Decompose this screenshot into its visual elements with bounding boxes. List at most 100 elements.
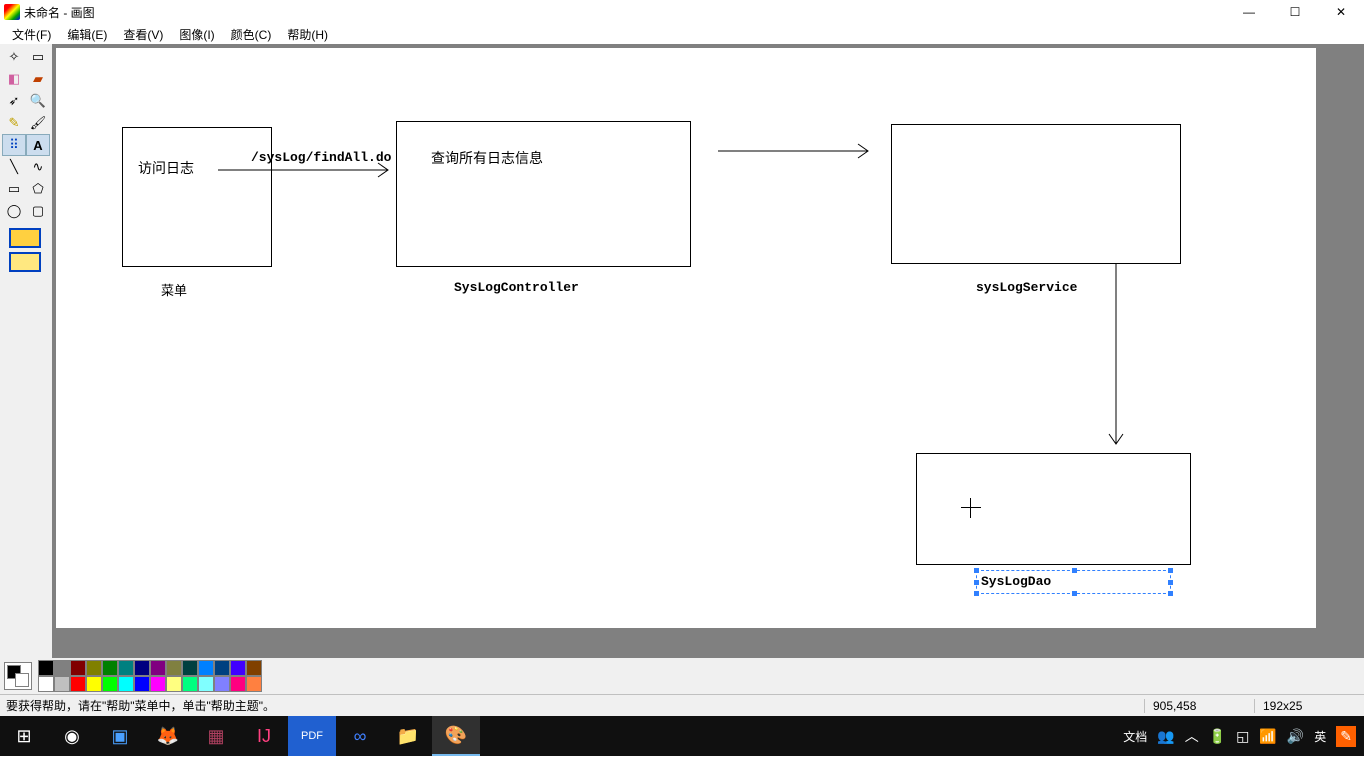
color-swatch[interactable] <box>214 660 230 676</box>
color-swatch[interactable] <box>134 660 150 676</box>
taskbar-app-2[interactable]: ▣ <box>96 716 144 756</box>
diagram-box-controller <box>396 121 691 267</box>
color-swatch[interactable] <box>150 676 166 692</box>
tool-options <box>2 228 48 272</box>
taskbar-firefox[interactable]: 🦊 <box>144 716 192 756</box>
system-tray: 文档 👥 ︿ 🔋 ◱ 📶 🔊 英 ✎ <box>1123 726 1364 747</box>
text-opaque-option[interactable] <box>9 228 41 248</box>
status-bar: 要获得帮助，请在"帮助"菜单中，单击"帮助主题"。 905,458 192x25 <box>0 694 1364 716</box>
color-swatch[interactable] <box>102 660 118 676</box>
tray-doc-label[interactable]: 文档 <box>1123 728 1147 745</box>
menu-image[interactable]: 图像(I) <box>171 24 222 45</box>
color-swatch[interactable] <box>230 676 246 692</box>
taskbar-app-1[interactable]: ◉ <box>48 716 96 756</box>
status-help-text: 要获得帮助，请在"帮助"菜单中，单击"帮助主题"。 <box>0 697 1144 714</box>
color-swatch[interactable] <box>86 676 102 692</box>
status-coordinates: 905,458 <box>1144 699 1254 713</box>
menu-edit[interactable]: 编辑(E) <box>59 24 115 45</box>
menu-help[interactable]: 帮助(H) <box>279 24 336 45</box>
color-swatch[interactable] <box>198 676 214 692</box>
color-swatch[interactable] <box>38 660 54 676</box>
start-button[interactable]: ⊞ <box>0 716 48 756</box>
menu-color[interactable]: 颜色(C) <box>223 24 280 45</box>
tool-eraser[interactable]: ◧ <box>2 68 26 90</box>
color-swatch[interactable] <box>54 676 70 692</box>
color-swatch[interactable] <box>214 676 230 692</box>
wifi-icon[interactable]: ◱ <box>1236 728 1249 745</box>
title-bar: 未命名 - 画图 — ☐ ✕ <box>0 0 1364 24</box>
tool-curve[interactable]: ∿ <box>26 156 50 178</box>
notification-icon[interactable]: ✎ <box>1336 726 1356 747</box>
windows-taskbar: ⊞ ◉ ▣ 🦊 ▦ IJ PDF ∞ 📁 🎨 文档 👥 ︿ 🔋 ◱ 📶 🔊 英 … <box>0 716 1364 756</box>
tool-line[interactable]: ╲ <box>2 156 26 178</box>
color-swatch[interactable] <box>118 660 134 676</box>
tool-roundrect[interactable]: ▢ <box>26 200 50 222</box>
tool-pencil[interactable]: ✎ <box>2 112 26 134</box>
maximize-button[interactable]: ☐ <box>1272 0 1318 24</box>
people-icon[interactable]: 👥 <box>1157 728 1174 745</box>
window-title: 未命名 - 画图 <box>24 4 1226 21</box>
color-swatch[interactable] <box>54 660 70 676</box>
color-swatch[interactable] <box>70 676 86 692</box>
taskbar-intellij[interactable]: IJ <box>240 716 288 756</box>
tray-chevron-up-icon[interactable]: ︿ <box>1185 726 1199 746</box>
color-swatch[interactable] <box>246 676 262 692</box>
color-swatch[interactable] <box>198 660 214 676</box>
diagram-arrow-2 <box>718 141 878 161</box>
taskbar-paint[interactable]: 🎨 <box>432 716 480 756</box>
menu-bar: 文件(F) 编辑(E) 查看(V) 图像(I) 颜色(C) 帮助(H) <box>0 24 1364 44</box>
canvas-container: 访问日志 菜单 /sysLog/findAll.do 查询所有日志信息 SysL… <box>52 44 1364 658</box>
tool-brush[interactable]: 🖌 <box>26 112 50 134</box>
diagram-box-service <box>891 124 1181 264</box>
color-swatch[interactable] <box>182 676 198 692</box>
network-icon[interactable]: 📶 <box>1259 728 1276 745</box>
tool-fill[interactable]: ▰ <box>26 68 50 90</box>
text-edit-selection[interactable]: SysLogDao <box>976 570 1171 594</box>
taskbar-pdf[interactable]: PDF <box>288 716 336 756</box>
color-swatch[interactable] <box>134 676 150 692</box>
taskbar-app-4[interactable]: ▦ <box>192 716 240 756</box>
background-color[interactable] <box>15 673 29 687</box>
diagram-caption-dao: SysLogDao <box>981 574 1051 589</box>
drawing-canvas[interactable]: 访问日志 菜单 /sysLog/findAll.do 查询所有日志信息 SysL… <box>56 48 1316 628</box>
taskbar-explorer[interactable]: 📁 <box>384 716 432 756</box>
tool-ellipse[interactable]: ◯ <box>2 200 26 222</box>
color-swatch[interactable] <box>70 660 86 676</box>
text-transparent-option[interactable] <box>9 252 41 272</box>
color-swatch[interactable] <box>86 660 102 676</box>
status-selection-size: 192x25 <box>1254 699 1364 713</box>
taskbar-app-7[interactable]: ∞ <box>336 716 384 756</box>
color-swatch[interactable] <box>118 676 134 692</box>
tool-text[interactable]: A <box>26 134 50 156</box>
color-swatch[interactable] <box>166 676 182 692</box>
menu-file[interactable]: 文件(F) <box>4 24 59 45</box>
color-swatch[interactable] <box>102 676 118 692</box>
color-swatch[interactable] <box>150 660 166 676</box>
tool-spray[interactable]: ⠿ <box>2 134 26 156</box>
ime-indicator[interactable]: 英 <box>1314 728 1326 745</box>
color-swatch[interactable] <box>182 660 198 676</box>
color-palette <box>38 660 262 692</box>
cursor-crosshair-icon <box>961 498 981 518</box>
diagram-arrow-3 <box>1106 264 1126 454</box>
diagram-caption-controller: SysLogController <box>454 280 579 295</box>
volume-icon[interactable]: 🔊 <box>1287 728 1304 745</box>
color-swatch[interactable] <box>230 660 246 676</box>
color-box <box>0 658 1364 694</box>
menu-view[interactable]: 查看(V) <box>115 24 171 45</box>
battery-icon[interactable]: 🔋 <box>1209 728 1226 745</box>
app-icon <box>4 4 20 20</box>
tool-zoom[interactable]: 🔍 <box>26 90 50 112</box>
color-swatch[interactable] <box>166 660 182 676</box>
color-swatch[interactable] <box>38 676 54 692</box>
minimize-button[interactable]: — <box>1226 0 1272 24</box>
color-swatch[interactable] <box>246 660 262 676</box>
diagram-caption-menu: 菜单 <box>161 280 187 299</box>
current-colors[interactable] <box>4 662 32 690</box>
tool-free-select[interactable]: ✧ <box>2 46 26 68</box>
tool-rect-select[interactable]: ▭ <box>26 46 50 68</box>
tool-rectangle[interactable]: ▭ <box>2 178 26 200</box>
close-button[interactable]: ✕ <box>1318 0 1364 24</box>
tool-polygon[interactable]: ⬠ <box>26 178 50 200</box>
tool-picker[interactable]: ➶ <box>2 90 26 112</box>
